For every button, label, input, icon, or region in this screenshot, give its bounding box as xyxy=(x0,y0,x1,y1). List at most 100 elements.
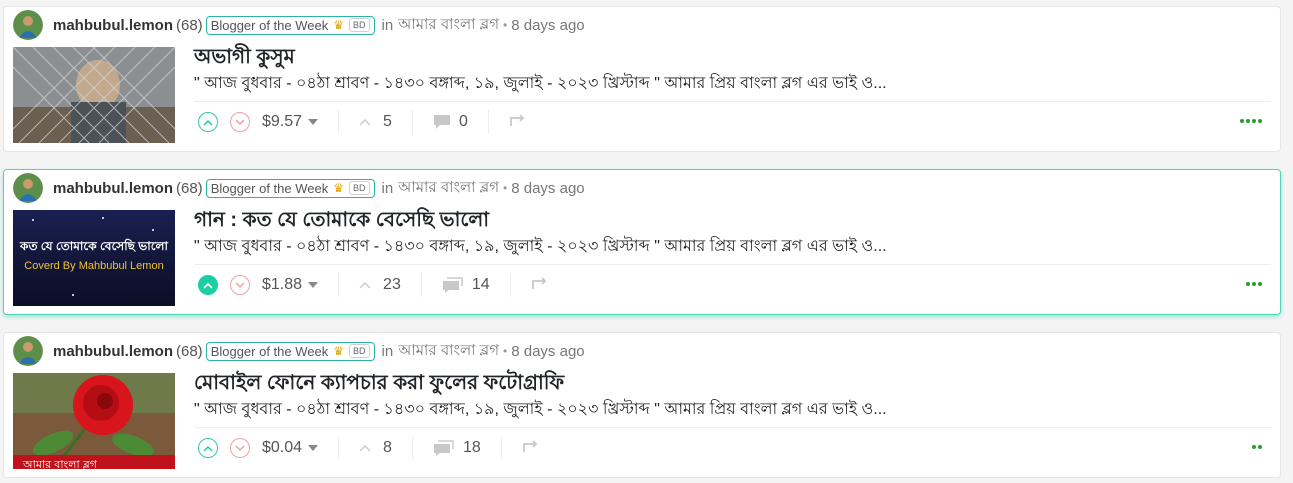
author-name[interactable]: mahbubul.lemon xyxy=(53,343,173,360)
post-feed: mahbubul.lemon (68) Blogger of the Week … xyxy=(0,0,1293,483)
thumbnail-caption: আমার বাংলা ব্লগ xyxy=(23,459,97,469)
comment-count[interactable]: 18 xyxy=(433,439,481,457)
post-time[interactable]: 8 days ago xyxy=(511,17,584,34)
thumbnail-caption: কত যে তোমাকে বেসেছি ভালো xyxy=(20,239,168,253)
more-dots-icon[interactable] xyxy=(1246,282,1262,286)
payout-value[interactable]: $0.04 xyxy=(262,439,302,457)
post-excerpt[interactable]: " আজ বুধবার - ০৪ঠা শ্রাবণ - ১৪৩০ বঙ্গাব্… xyxy=(194,70,887,97)
upvote-button[interactable] xyxy=(198,438,218,458)
comment-count-value: 18 xyxy=(462,439,481,456)
upvote-button[interactable] xyxy=(198,275,218,295)
chevron-down-icon xyxy=(235,281,245,288)
comment-count-value: 0 xyxy=(458,113,468,130)
separator: • xyxy=(503,181,508,195)
post-thumbnail[interactable] xyxy=(13,47,175,143)
community-link[interactable]: আমার বাংলা ব্লগ xyxy=(398,13,499,38)
payout-dropdown-icon[interactable] xyxy=(308,119,319,125)
post-excerpt[interactable]: " আজ বুধবার - ০৪ঠা শ্রাবণ - ১৪৩০ বঙ্গাব্… xyxy=(194,233,887,260)
post-actions: $9.57 5 0 xyxy=(198,110,527,134)
divider xyxy=(194,264,1271,265)
upvote-button[interactable] xyxy=(198,112,218,132)
community-link[interactable]: আমার বাংলা ব্লগ xyxy=(398,339,499,364)
reblog-button[interactable] xyxy=(531,276,549,295)
author-badge[interactable]: Blogger of the Week ♛ BD xyxy=(205,178,375,198)
badge-label: Blogger of the Week xyxy=(210,17,329,33)
downvote-button[interactable] xyxy=(230,275,250,295)
reblog-button[interactable] xyxy=(522,439,540,458)
chevron-down-icon xyxy=(235,444,245,451)
caret-up-icon xyxy=(359,444,371,452)
divider xyxy=(338,273,340,297)
badge-flag: BD xyxy=(349,181,370,195)
avatar[interactable] xyxy=(13,10,43,40)
post-card[interactable]: mahbubul.lemon (68) Blogger of the Week … xyxy=(3,332,1281,478)
comments-icon xyxy=(433,440,454,456)
more-dots-icon[interactable] xyxy=(1252,445,1262,449)
author-badge[interactable]: Blogger of the Week ♛ BD xyxy=(205,341,375,361)
author-reputation: (68) xyxy=(176,179,203,197)
author-name[interactable]: mahbubul.lemon xyxy=(53,17,173,34)
divider xyxy=(500,436,502,460)
more-dots-icon[interactable] xyxy=(1240,119,1262,123)
divider xyxy=(194,101,1271,102)
post-thumbnail[interactable]: কত যে তোমাকে বেসেছি ভালো Coverd By Mahbu… xyxy=(13,210,175,306)
downvote-button[interactable] xyxy=(230,438,250,458)
vote-count[interactable]: 23 xyxy=(359,276,401,294)
comment-count[interactable]: 0 xyxy=(433,113,468,131)
post-actions: $1.88 23 14 xyxy=(198,273,549,297)
post-time[interactable]: 8 days ago xyxy=(511,180,584,197)
badge-flag: BD xyxy=(349,344,370,358)
payout-value[interactable]: $9.57 xyxy=(262,113,302,131)
post-header: mahbubul.lemon (68) Blogger of the Week … xyxy=(13,336,585,366)
badge-label: Blogger of the Week xyxy=(210,343,329,359)
chevron-up-icon xyxy=(203,119,213,126)
author-badge[interactable]: Blogger of the Week ♛ BD xyxy=(205,15,375,35)
post-card[interactable]: mahbubul.lemon (68) Blogger of the Week … xyxy=(3,6,1281,152)
post-card[interactable]: mahbubul.lemon (68) Blogger of the Week … xyxy=(3,169,1281,315)
post-header: mahbubul.lemon (68) Blogger of the Week … xyxy=(13,10,585,40)
in-label: in xyxy=(381,16,394,34)
reblog-button[interactable] xyxy=(509,113,527,132)
author-reputation: (68) xyxy=(176,16,203,34)
comment-icon xyxy=(433,115,450,129)
post-excerpt[interactable]: " আজ বুধবার - ০৪ঠা শ্রাবণ - ১৪৩০ বঙ্গাব্… xyxy=(194,396,887,423)
post-header: mahbubul.lemon (68) Blogger of the Week … xyxy=(13,173,585,203)
divider xyxy=(509,273,511,297)
badge-flag: BD xyxy=(349,18,370,32)
vote-count-value: 23 xyxy=(383,276,401,293)
payout-value[interactable]: $1.88 xyxy=(262,276,302,294)
comment-count-value: 14 xyxy=(471,276,490,293)
avatar[interactable] xyxy=(13,173,43,203)
chevron-up-icon xyxy=(203,445,213,452)
vote-count-value: 5 xyxy=(383,113,392,130)
avatar[interactable] xyxy=(13,336,43,366)
vote-count[interactable]: 5 xyxy=(359,113,392,131)
author-reputation: (68) xyxy=(176,342,203,360)
thumbnail-subcaption: Coverd By Mahbubul Lemon xyxy=(24,260,164,272)
divider xyxy=(338,110,340,134)
badge-label: Blogger of the Week xyxy=(210,180,329,196)
vote-count[interactable]: 8 xyxy=(359,439,392,457)
in-label: in xyxy=(381,342,394,360)
caret-up-icon xyxy=(359,281,371,289)
comment-count[interactable]: 14 xyxy=(442,276,490,294)
author-name[interactable]: mahbubul.lemon xyxy=(53,180,173,197)
caret-up-icon xyxy=(359,118,371,126)
downvote-button[interactable] xyxy=(230,112,250,132)
post-time[interactable]: 8 days ago xyxy=(511,343,584,360)
divider xyxy=(338,436,340,460)
chevron-down-icon xyxy=(235,118,245,125)
post-thumbnail[interactable]: আমার বাংলা ব্লগ xyxy=(13,373,175,469)
payout-dropdown-icon[interactable] xyxy=(308,445,319,451)
reblog-icon xyxy=(509,113,525,126)
post-actions: $0.04 8 18 xyxy=(198,436,540,460)
payout-dropdown-icon[interactable] xyxy=(308,282,319,288)
community-link[interactable]: আমার বাংলা ব্লগ xyxy=(398,176,499,201)
divider xyxy=(411,110,413,134)
comments-icon xyxy=(442,277,463,293)
crown-icon: ♛ xyxy=(333,18,345,32)
divider xyxy=(194,427,1271,428)
in-label: in xyxy=(381,179,394,197)
crown-icon: ♛ xyxy=(333,344,345,358)
separator: • xyxy=(503,344,508,358)
